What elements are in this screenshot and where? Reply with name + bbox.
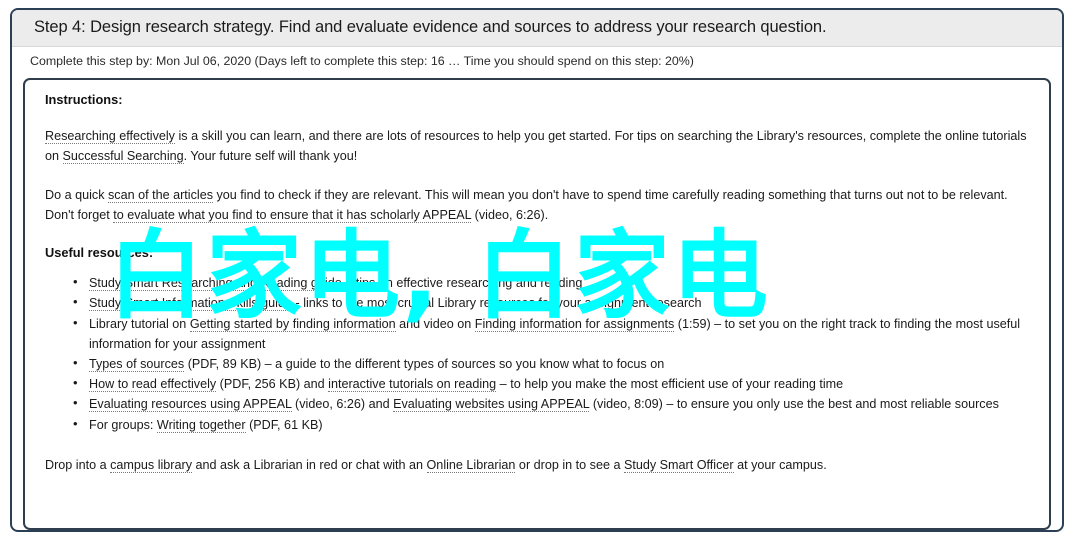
list-item-text: - links to the most crucial Library reso… — [292, 296, 702, 311]
list-item-text: (video, 8:09) – to ensure you only use t… — [589, 397, 999, 412]
instructions-paragraph-1: Researching effectively is a skill you c… — [45, 126, 1035, 167]
instructions-paragraph-2: Do a quick scan of the articles you find… — [45, 185, 1035, 226]
link-study-smart-researching-reading[interactable]: Study Smart Researching and Reading guid… — [89, 276, 342, 292]
step-header-title: Step 4: Design research strategy. Find a… — [12, 10, 1062, 47]
link-researching-effectively[interactable]: Researching effectively — [45, 129, 175, 144]
list-item: How to read effectively (PDF, 256 KB) an… — [73, 373, 1035, 394]
link-evaluate-scholarly-appeal[interactable]: to evaluate what you find to ensure that… — [113, 207, 472, 223]
list-item-text: (PDF, 61 KB) — [245, 417, 323, 432]
list-item-mid: (video, 6:26) and — [291, 397, 394, 412]
list-item: Library tutorial on Getting started by f… — [73, 313, 1035, 354]
instructions-heading: Instructions: — [45, 92, 123, 107]
footer-text-e: or drop in to see a — [515, 457, 624, 472]
instructions-box: Instructions: Researching effectively is… — [23, 78, 1051, 530]
help-footer-paragraph: Drop into a campus library and ask a Lib… — [45, 455, 1035, 475]
link-study-smart-information-skills[interactable]: Study Smart Information Skills guide — [89, 296, 292, 312]
link-how-to-read-effectively[interactable]: How to read effectively — [89, 377, 217, 393]
link-evaluating-resources-using-appeal[interactable]: Evaluating resources using APPEAL — [89, 397, 292, 413]
list-item-prefix: For groups: — [89, 417, 157, 432]
list-item-text: – tips on effective researching and read… — [341, 276, 583, 291]
link-study-smart-officer[interactable]: Study Smart Officer — [623, 457, 734, 473]
link-interactive-tutorials-on-reading[interactable]: interactive tutorials on reading — [328, 377, 497, 393]
footer-text-c: and ask a Librarian in red or chat with … — [192, 457, 427, 472]
list-item-text: – to help you make the most efficient us… — [496, 377, 844, 392]
footer-text-a: Drop into a — [45, 457, 111, 472]
list-item-mid: (PDF, 256 KB) and — [216, 377, 329, 392]
useful-resources-list: Study Smart Researching and Reading guid… — [39, 272, 1035, 435]
link-types-of-sources[interactable]: Types of sources — [89, 357, 185, 372]
paragraph-2-text-e: (video, 6:26). — [471, 207, 549, 222]
link-campus-library[interactable]: campus library — [110, 457, 192, 473]
footer-text-g: at your campus. — [733, 457, 827, 472]
link-successful-searching[interactable]: Successful Searching — [62, 149, 184, 165]
list-item: For groups: Writing together (PDF, 61 KB… — [73, 414, 1035, 435]
list-item: Study Smart Information Skills guide - l… — [73, 292, 1035, 313]
page-root: Step 4: Design research strategy. Find a… — [0, 0, 1074, 540]
link-getting-started-finding-information[interactable]: Getting started by finding information — [189, 316, 396, 332]
paragraph-2-text-a: Do a quick — [45, 187, 108, 202]
useful-resources-heading: Useful resources: — [45, 245, 154, 261]
link-online-librarian[interactable]: Online Librarian — [426, 457, 516, 473]
list-item-prefix: Library tutorial on — [89, 316, 190, 331]
list-item-text: (PDF, 89 KB) – a guide to the different … — [184, 357, 665, 371]
link-finding-information-for-assignments[interactable]: Finding information for assignments — [474, 316, 675, 332]
link-scan-of-the-articles[interactable]: scan of the articles — [108, 187, 213, 203]
list-item: Study Smart Researching and Reading guid… — [73, 272, 1035, 293]
paragraph-1-text-d: . Your future self will thank you! — [183, 149, 358, 164]
list-item: Evaluating resources using APPEAL (video… — [73, 393, 1035, 414]
link-evaluating-websites-using-appeal[interactable]: Evaluating websites using APPEAL — [393, 397, 590, 413]
link-writing-together[interactable]: Writing together — [156, 417, 246, 433]
list-item-mid: and video on — [395, 316, 475, 331]
step-panel: Step 4: Design research strategy. Find a… — [10, 8, 1064, 532]
step-deadline-info: Complete this step by: Mon Jul 06, 2020 … — [30, 54, 694, 68]
list-item: Types of sources (PDF, 89 KB) – a guide … — [73, 353, 1035, 374]
